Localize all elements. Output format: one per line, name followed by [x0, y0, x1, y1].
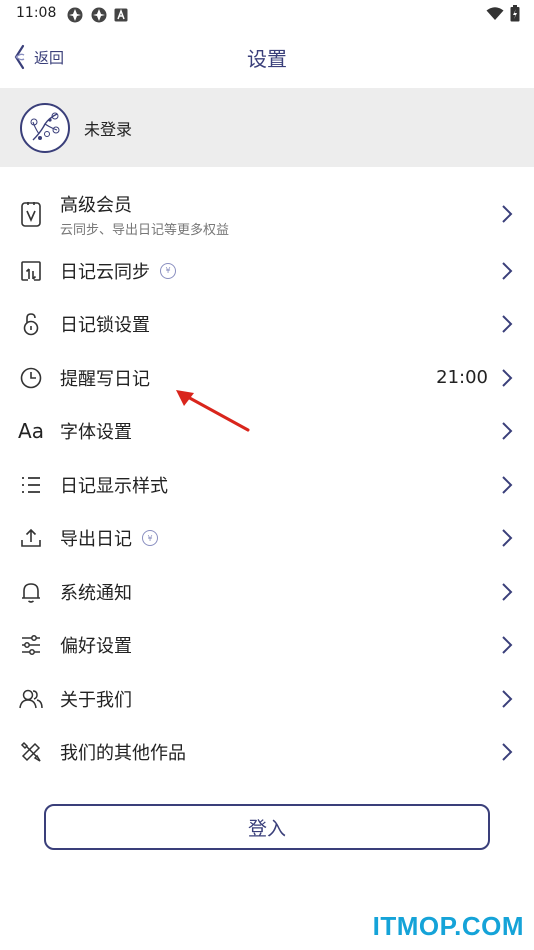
chevron-right-icon	[502, 743, 513, 761]
login-status: 未登录	[84, 119, 133, 139]
chevron-right-icon	[502, 262, 513, 280]
menu-item-font[interactable]: Aa 字体设置	[0, 405, 534, 459]
settings-menu: 高级会员 云同步、导出日记等更多权益 日记云同步 ¥ 日记锁设置 提醒写日记 21…	[0, 184, 534, 779]
menu-item-about[interactable]: 关于我们	[0, 672, 534, 726]
status-time: 11:08	[16, 5, 57, 21]
annotation-arrow-icon	[176, 390, 250, 432]
sliders-icon	[18, 632, 44, 658]
bell-icon	[18, 579, 44, 605]
app-notification-icon	[67, 7, 83, 23]
menu-label: 关于我们	[60, 689, 132, 711]
login-button[interactable]: 登入	[44, 804, 490, 850]
menu-item-notifications[interactable]: 系统通知	[0, 565, 534, 619]
menu-item-other-apps[interactable]: 我们的其他作品	[0, 726, 534, 780]
avatar[interactable]	[20, 102, 70, 153]
a-notification-icon	[114, 8, 128, 22]
status-bar: 11:08	[0, 0, 534, 30]
vip-card-icon	[18, 201, 44, 227]
menu-item-premium[interactable]: 高级会员 云同步、导出日记等更多权益	[0, 184, 534, 244]
menu-label: 导出日记	[60, 529, 132, 551]
menu-label: 日记显示样式	[60, 475, 168, 497]
plum-blossom-avatar-icon	[30, 112, 60, 140]
vip-badge-icon: ¥	[142, 530, 158, 547]
menu-item-diary-lock[interactable]: 日记锁设置	[0, 298, 534, 352]
chevron-right-icon	[502, 315, 513, 333]
status-notification-icons	[66, 6, 128, 24]
menu-label: 我们的其他作品	[60, 743, 186, 765]
font-icon: Aa	[18, 419, 44, 444]
menu-label: 字体设置	[60, 422, 132, 444]
chevron-right-icon	[502, 636, 513, 654]
menu-label: 偏好设置	[60, 636, 132, 658]
chevron-right-icon	[502, 690, 513, 708]
menu-label: 日记云同步	[60, 261, 150, 283]
menu-item-display-style[interactable]: 日记显示样式	[0, 458, 534, 512]
status-system-icons	[486, 5, 520, 22]
menu-item-preferences[interactable]: 偏好设置	[0, 619, 534, 673]
chevron-right-icon	[502, 476, 513, 494]
header: 返回 设置	[0, 34, 534, 82]
lock-icon	[18, 311, 44, 337]
account-banner[interactable]: 未登录	[0, 88, 534, 167]
menu-item-export[interactable]: 导出日记 ¥	[0, 512, 534, 566]
clock-icon	[18, 365, 44, 391]
app-notification-icon	[91, 7, 107, 23]
menu-item-reminder[interactable]: 提醒写日记 21:00	[0, 351, 534, 405]
watermark: ITMOP.COM	[372, 911, 524, 941]
list-icon	[18, 472, 44, 498]
menu-sublabel: 云同步、导出日记等更多权益	[60, 222, 230, 238]
page-title: 设置	[247, 47, 287, 71]
reminder-time: 21:00	[436, 367, 488, 389]
export-icon	[18, 525, 44, 551]
menu-label: 高级会员	[60, 194, 132, 216]
menu-label: 提醒写日记	[60, 368, 150, 390]
tools-icon	[18, 739, 44, 765]
chevron-right-icon	[502, 205, 513, 223]
wifi-icon	[486, 6, 504, 20]
cloud-sync-icon	[18, 258, 44, 284]
chevron-right-icon	[502, 422, 513, 440]
people-icon	[18, 686, 44, 712]
battery-icon	[510, 5, 520, 22]
chevron-right-icon	[502, 583, 513, 601]
vip-badge-icon: ¥	[160, 262, 176, 279]
menu-label: 日记锁设置	[60, 315, 150, 337]
menu-label: 系统通知	[60, 582, 132, 604]
menu-item-cloud-sync[interactable]: 日记云同步 ¥	[0, 244, 534, 298]
chevron-right-icon	[502, 369, 513, 387]
chevron-right-icon	[502, 529, 513, 547]
